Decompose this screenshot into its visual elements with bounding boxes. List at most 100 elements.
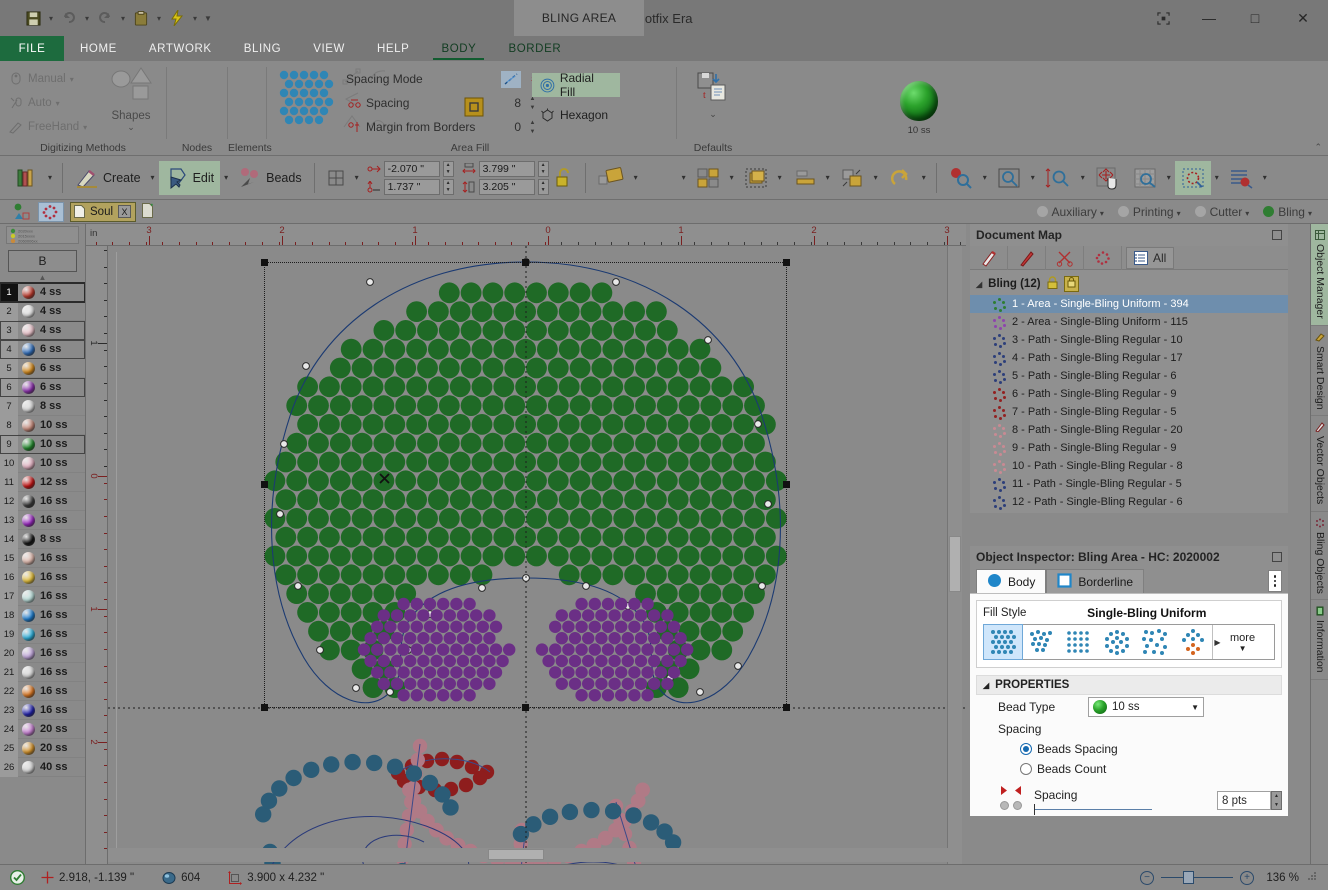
library-dropdown-caret[interactable]: ▾ [44,173,56,182]
shapes-button[interactable]: Shapes ⌄ [96,65,166,133]
position-y-input[interactable]: 1.737 " [383,178,440,195]
palette-bead-row[interactable]: 4 6 ss [0,339,85,359]
paste-dropdown-caret[interactable]: ▾ [153,6,165,30]
palette-b-button[interactable]: B [8,250,77,272]
ribbon-tab-border[interactable]: BORDER [492,36,577,61]
scrollbar-thumb[interactable] [488,849,544,860]
save-icon[interactable] [22,6,44,30]
resize-handle-n[interactable] [521,259,529,266]
document-map-item[interactable]: 7 - Path - Single-Bling Regular - 5 [970,403,1288,421]
ribbon-tab-body[interactable]: BODY [425,36,492,61]
document-map-item[interactable]: 5 - Path - Single-Bling Regular - 6 [970,367,1288,385]
zoom-list-dropdown-caret[interactable]: ▾ [1259,173,1271,182]
lightning-icon[interactable] [166,6,188,30]
save-defaults-icon[interactable]: t [684,71,742,103]
spacing-max-radio[interactable] [1013,801,1022,810]
spacing-value[interactable]: 8 [499,96,521,110]
align-dropdown-caret[interactable]: ▾ [822,173,834,182]
fill-style-diamond[interactable] [1174,625,1212,659]
resize-handle-e[interactable] [783,481,790,488]
width-stepper[interactable]: ▲ ▼ [537,160,549,177]
group-dropdown-caret[interactable]: ▾ [726,173,738,182]
position-y-stepper[interactable]: ▲ ▼ [442,178,454,195]
document-map-group-bling[interactable]: ◢ Bling (12) [970,274,1288,295]
tab-body[interactable]: Body [976,569,1047,593]
ribbon-tab-view[interactable]: VIEW [297,36,361,61]
document-map-item[interactable]: 4 - Path - Single-Bling Regular - 17 [970,349,1288,367]
palette-bead-row[interactable]: 13 16 ss [0,510,85,530]
swatches-next-arrow[interactable]: ▶ [1212,625,1222,659]
group-button[interactable] [690,161,726,195]
rotate-dropdown-caret[interactable]: ▾ [918,173,930,182]
document-map-item[interactable]: 6 - Path - Single-Bling Regular - 9 [970,385,1288,403]
outline-button[interactable] [642,161,678,195]
ribbon-tab-home[interactable]: HOME [64,36,133,61]
beads-button[interactable]: Beads [232,161,307,195]
scissors-icon[interactable] [1046,245,1084,270]
zoom-dropdown-caret[interactable]: ▾ [979,173,991,182]
palette-bead-row[interactable]: 5 6 ss [0,358,85,378]
bling-select-icon[interactable] [1084,245,1122,270]
resize-handle-nw[interactable] [261,259,268,266]
library-button[interactable] [10,161,44,195]
spacing-value-input[interactable]: 8 pts [1217,791,1271,810]
more-fill-styles-button[interactable]: more ▼ [1230,632,1255,653]
side-tab-vector-objects[interactable]: Vector Objects [1311,416,1328,512]
spacing-slider[interactable] [1034,804,1152,815]
close-button[interactable]: ✕ [1278,0,1328,36]
file-tab-close-icon[interactable]: X [118,205,132,218]
document-map-item[interactable]: 10 - Path - Single-Bling Regular - 8 [970,457,1288,475]
bead-pattern-preview[interactable] [276,67,338,129]
ribbon-tab-help[interactable]: HELP [361,36,425,61]
paste-icon[interactable] [130,6,152,30]
bead-type-select[interactable]: 10 ss ▼ [1088,697,1204,717]
fill-style-cluster[interactable] [1022,625,1060,659]
bead-size-preview[interactable]: 10 ss [888,61,950,136]
palette-bead-row[interactable]: 23 16 ss [0,700,85,720]
context-tab-bling-area[interactable]: BLING AREA [514,0,644,36]
anchor-dropdown-caret[interactable]: ▾ [351,173,363,182]
fill-style-grid[interactable] [1060,625,1098,659]
resize-handle-w[interactable] [261,481,268,488]
expand-triangle-icon[interactable]: ◢ [976,280,982,289]
palette-bead-row[interactable]: 22 16 ss [0,681,85,701]
zoom-height-dropdown-caret[interactable]: ▾ [1077,173,1089,182]
spacing-mode-diagonal-button[interactable] [501,70,522,88]
restore-layout-icon[interactable] [1140,0,1186,36]
palette-bead-row[interactable]: 18 16 ss [0,605,85,625]
spacing-min-radio[interactable] [1000,801,1009,810]
zoom-selection-button[interactable] [1174,160,1211,195]
position-x-stepper[interactable]: ▲ ▼ [442,160,454,177]
zoom-tool-button[interactable] [943,161,979,195]
tab-borderline[interactable]: Borderline [1046,569,1145,593]
fill-style-ring[interactable] [1098,625,1136,659]
resize-handle-s[interactable] [521,704,529,711]
palette-bead-row[interactable]: 2 4 ss [0,301,85,321]
toggle-printing[interactable]: Printing ▾ [1117,205,1181,219]
toggle-auxiliary[interactable]: Auxiliary ▾ [1036,205,1104,219]
save-dropdown-caret[interactable]: ▾ [45,6,57,30]
side-tab-information[interactable]: Information [1311,600,1328,681]
undo-icon[interactable] [58,6,80,30]
palette-bead-row[interactable]: 6 6 ss [0,377,85,397]
redo-icon[interactable] [94,6,116,30]
ribbon-tab-bling[interactable]: BLING [228,36,298,61]
arrange-button[interactable] [834,161,870,195]
fill-style-uniform[interactable] [983,624,1023,660]
scrollbar-thumb[interactable] [949,536,961,592]
edit-dropdown-caret[interactable]: ▾ [220,173,232,182]
vertical-ruler[interactable]: 1 0 1 2 [86,246,108,864]
document-map-item[interactable]: 11 - Path - Single-Bling Regular - 5 [970,475,1288,493]
edit-button[interactable]: Edit [158,160,221,195]
height-input[interactable]: 3.205 " [478,178,535,195]
zoom-list-button[interactable] [1223,161,1259,195]
palette-bead-row[interactable]: 24 20 ss [0,719,85,739]
spacing-max-icon[interactable] [1013,785,1024,799]
palette-bead-row[interactable]: 21 16 ss [0,662,85,682]
canvas-vertical-scrollbar[interactable] [947,246,962,864]
zoom-box-button[interactable] [991,161,1027,195]
palette-bead-row[interactable]: 19 16 ss [0,624,85,644]
rotate-button[interactable] [882,161,918,195]
vector-layer-button[interactable] [8,202,34,222]
resize-handle-sw[interactable] [261,704,268,711]
